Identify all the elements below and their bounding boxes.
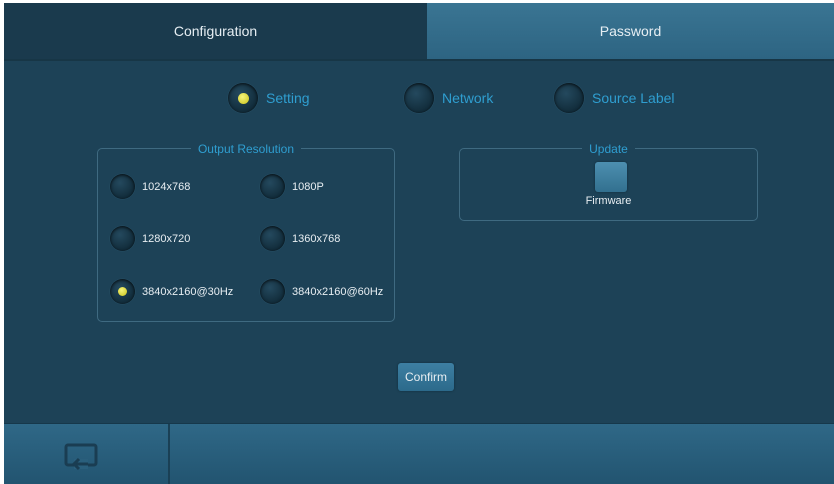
- radio-1080p[interactable]: [260, 174, 285, 199]
- res-label: 1080P: [292, 180, 324, 193]
- confirm-button[interactable]: Confirm: [398, 363, 454, 391]
- radio-network[interactable]: [404, 83, 434, 113]
- output-resolution-group: Output Resolution 1024x768 1080P 1280x72…: [97, 142, 395, 322]
- selected-dot-icon: [237, 92, 249, 104]
- option-setting-label: Setting: [266, 90, 310, 106]
- radio-1360x768[interactable]: [260, 226, 285, 251]
- res-label: 1024x768: [142, 180, 191, 193]
- res-option-3840x2160-30hz[interactable]: 3840x2160@30Hz: [110, 279, 233, 304]
- tab-password[interactable]: Password: [427, 3, 834, 59]
- option-network-label: Network: [442, 90, 494, 106]
- selected-dot-icon: [118, 287, 127, 296]
- bottom-bar: [4, 423, 834, 484]
- tab-bar: Configuration Password: [4, 3, 834, 59]
- update-title: Update: [582, 142, 635, 156]
- return-button[interactable]: [62, 442, 102, 472]
- res-option-3840x2160-60hz[interactable]: 3840x2160@60Hz: [260, 279, 383, 304]
- option-source-label-label: Source Label: [592, 90, 675, 106]
- res-label: 3840x2160@60Hz: [292, 285, 384, 298]
- firmware-button[interactable]: [595, 162, 627, 192]
- res-label: 3840x2160@30Hz: [142, 285, 234, 298]
- output-resolution-title: Output Resolution: [190, 142, 302, 156]
- res-option-1024x768[interactable]: 1024x768: [110, 174, 190, 199]
- option-network[interactable]: Network: [404, 83, 493, 113]
- option-source-label[interactable]: Source Label: [554, 83, 675, 113]
- res-option-1080p[interactable]: 1080P: [260, 174, 324, 199]
- tab-configuration[interactable]: Configuration: [4, 3, 427, 59]
- radio-source-label[interactable]: [554, 83, 584, 113]
- res-option-1360x768[interactable]: 1360x768: [260, 226, 340, 251]
- radio-3840x2160-30hz[interactable]: [110, 279, 135, 304]
- radio-3840x2160-60hz[interactable]: [260, 279, 285, 304]
- res-label: 1280x720: [142, 232, 191, 245]
- bottom-separator: [168, 424, 170, 484]
- radio-1280x720[interactable]: [110, 226, 135, 251]
- res-label: 1360x768: [292, 232, 341, 245]
- firmware-label: Firmware: [585, 195, 632, 207]
- radio-setting[interactable]: [228, 83, 258, 113]
- update-group: Update Firmware: [459, 142, 758, 221]
- option-setting[interactable]: Setting: [228, 83, 310, 113]
- return-icon: [64, 443, 98, 471]
- app-window: Configuration Password Setting Network S…: [4, 3, 834, 484]
- res-option-1280x720[interactable]: 1280x720: [110, 226, 190, 251]
- radio-1024x768[interactable]: [110, 174, 135, 199]
- tab-divider: [4, 59, 834, 61]
